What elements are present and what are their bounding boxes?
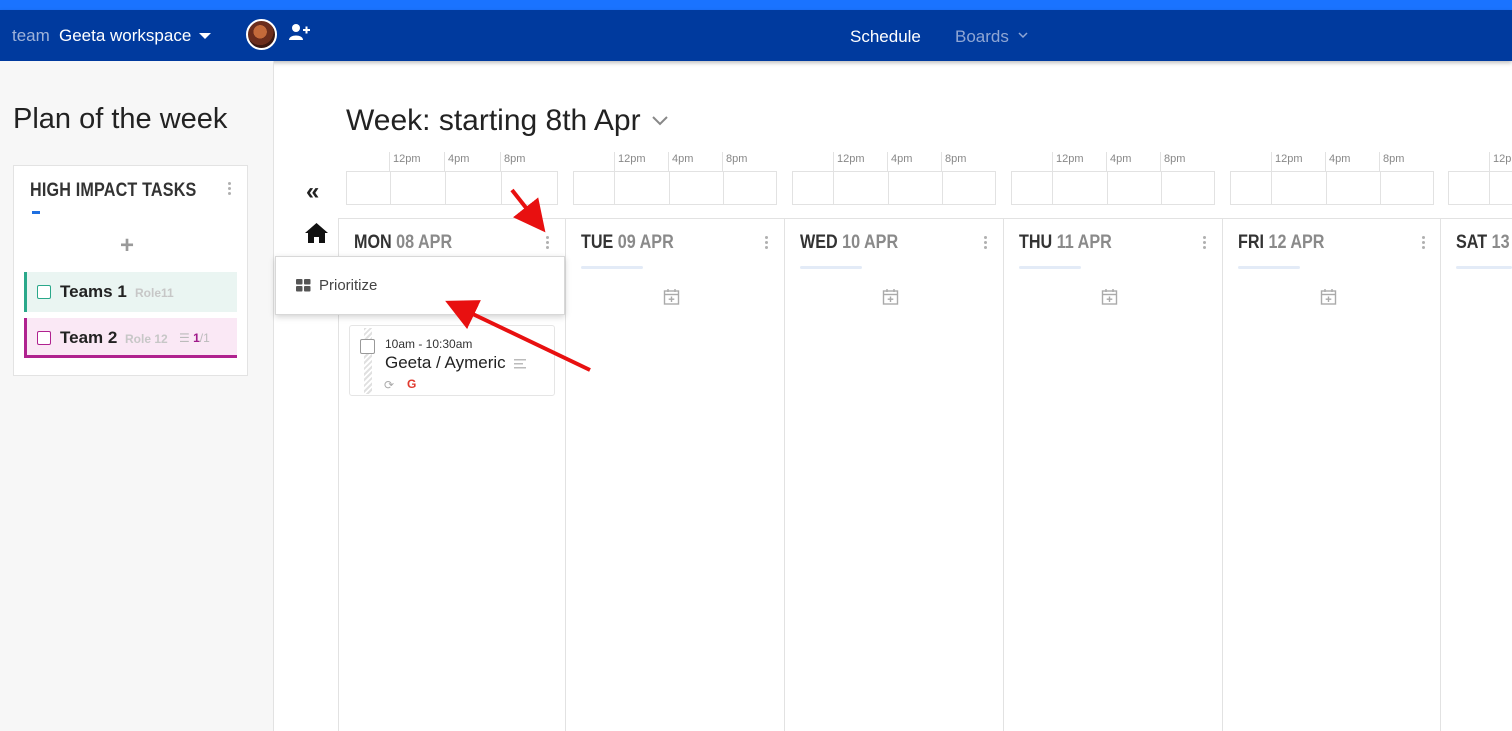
tick-label: 4pm: [1329, 153, 1351, 165]
tick-label: 12pm: [1056, 153, 1084, 165]
tick-label: 12pm: [393, 153, 421, 165]
tick-label: 12pm: [618, 153, 646, 165]
tick-label: 4pm: [891, 153, 913, 165]
day-underline: [1238, 266, 1300, 269]
day-menu-dropdown: Prioritize: [275, 256, 565, 315]
home-icon[interactable]: [304, 222, 329, 244]
day-header: SAT 13 APR: [1456, 232, 1512, 253]
day-menu-icon[interactable]: [1203, 236, 1207, 250]
tick-label: 4pm: [1110, 153, 1132, 165]
high-impact-card: HIGH IMPACT TASKS + Teams 1 Role11 Team …: [13, 165, 248, 376]
add-user-icon[interactable]: [288, 23, 310, 41]
day-timeline[interactable]: [346, 171, 558, 205]
team-name: Team 2: [60, 328, 118, 347]
event-hatch: [364, 328, 372, 394]
calendar-plus-icon[interactable]: [1101, 288, 1118, 305]
tick-label: 4pm: [672, 153, 694, 165]
title-underline: [32, 211, 40, 214]
day-timeline[interactable]: [792, 171, 996, 205]
page-title: Plan of the week: [13, 103, 228, 135]
calendar-plus-icon[interactable]: [882, 288, 899, 305]
day-timeline[interactable]: [1448, 171, 1512, 205]
tick-label: 8pm: [1383, 153, 1405, 165]
tick-label: 8pm: [504, 153, 526, 165]
tick-label: 12pm: [837, 153, 865, 165]
week-title[interactable]: Week: starting 8th Apr: [346, 104, 641, 138]
event-checkbox[interactable]: [360, 339, 375, 354]
chevron-down-icon[interactable]: [650, 113, 670, 127]
nav-boards-link[interactable]: Boards: [955, 27, 1009, 47]
card-title: HIGH IMPACT TASKS: [30, 180, 197, 201]
team-item[interactable]: Teams 1 Role11: [24, 272, 237, 312]
day-timeline[interactable]: [573, 171, 777, 205]
calendar-plus-icon[interactable]: [663, 288, 680, 305]
team-role: Role 12: [125, 332, 168, 346]
tick-label: 8pm: [1164, 153, 1186, 165]
event-time: 10am - 10:30am: [385, 337, 473, 351]
tick-label: 8pm: [945, 153, 967, 165]
workspace-name[interactable]: Geeta workspace: [59, 26, 191, 46]
avatar[interactable]: [246, 19, 277, 50]
team-checkbox[interactable]: [37, 331, 51, 345]
tick-label: 8pm: [726, 153, 748, 165]
day-menu-icon[interactable]: [765, 236, 769, 250]
day-underline: [1019, 266, 1081, 269]
day-timeline[interactable]: [1230, 171, 1434, 205]
prioritize-menu-item[interactable]: Prioritize: [319, 277, 377, 294]
day-header: THU 11 APR: [1019, 232, 1112, 253]
day-underline: [800, 266, 862, 269]
tick-label: 4pm: [448, 153, 470, 165]
team-item[interactable]: Team 2 Role 12 ☰ 1/1: [24, 318, 237, 358]
tick-label: 12pm: [1275, 153, 1303, 165]
team-name: Teams 1: [60, 282, 127, 301]
calendar-plus-icon[interactable]: [1320, 288, 1337, 305]
notes-icon: [514, 359, 526, 369]
day-underline: [1456, 266, 1512, 269]
chevron-down-icon[interactable]: [1017, 29, 1029, 41]
add-task-button[interactable]: +: [120, 232, 134, 260]
google-icon: G: [407, 377, 417, 391]
card-menu-icon[interactable]: [228, 182, 232, 196]
day-header: MON 08 APR: [354, 232, 453, 253]
team-label: team: [12, 26, 50, 45]
sidebar: Plan of the week HIGH IMPACT TASKS + Tea…: [0, 61, 274, 731]
day-header: WED 10 APR: [800, 232, 899, 253]
day-timeline[interactable]: [1011, 171, 1215, 205]
team-checkbox[interactable]: [37, 285, 51, 299]
day-column-sat[interactable]: [1440, 218, 1512, 731]
collapse-icon[interactable]: «: [306, 178, 319, 206]
event-title: Geeta / Aymeric: [385, 353, 506, 372]
repeat-icon: ⟳: [384, 378, 395, 392]
subtask-count: ☰ 1/1: [179, 331, 210, 345]
top-navbar: team Geeta workspace Schedule Boards: [0, 10, 1512, 61]
grid-icon: [296, 279, 311, 292]
day-menu-icon[interactable]: [1422, 236, 1426, 250]
event-card[interactable]: 10am - 10:30am Geeta / Aymeric ⟳ G: [349, 325, 555, 396]
day-menu-icon[interactable]: [546, 236, 550, 250]
team-role: Role11: [135, 286, 174, 300]
day-header: TUE 09 APR: [581, 232, 674, 253]
nav-schedule-link[interactable]: Schedule: [850, 27, 921, 47]
accent-strip: [0, 0, 1512, 10]
tick-label: 12pm: [1493, 153, 1512, 165]
workspace-caret-icon[interactable]: [199, 33, 211, 39]
day-header: FRI 12 APR: [1238, 232, 1325, 253]
day-underline: [581, 266, 643, 269]
day-menu-icon[interactable]: [984, 236, 988, 250]
